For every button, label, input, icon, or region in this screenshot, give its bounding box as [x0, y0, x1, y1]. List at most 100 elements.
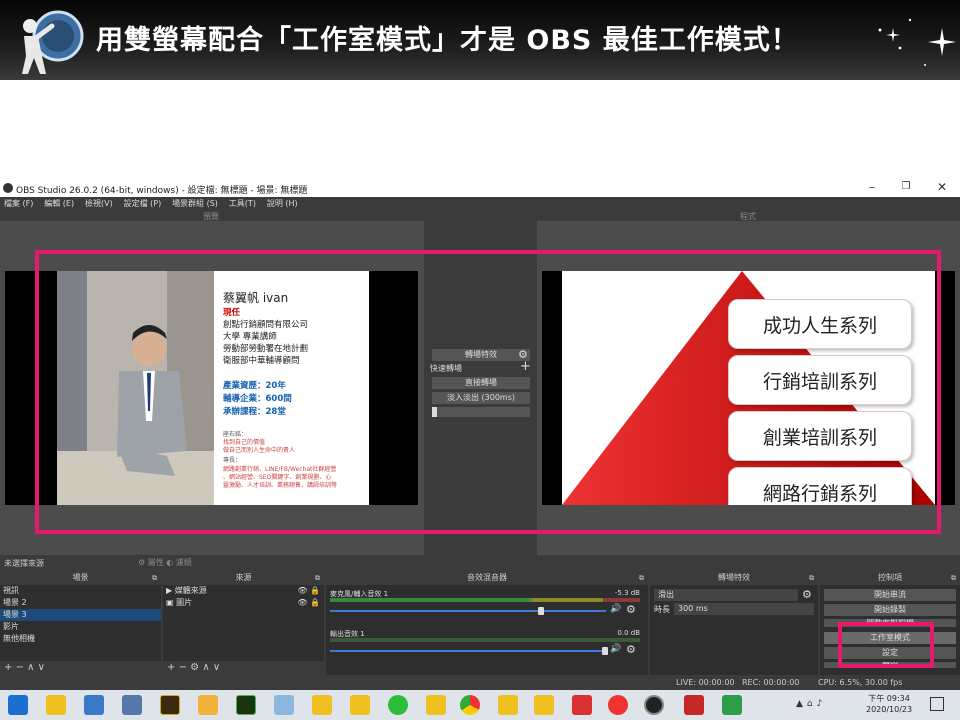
source-item[interactable]: ▶ 媒體來源 👁 🔒 — [163, 585, 324, 597]
settings-button[interactable]: 設定 — [824, 647, 956, 659]
app-icon[interactable] — [274, 695, 294, 715]
transition-select[interactable]: 滑出 — [654, 589, 798, 601]
app-icon[interactable] — [684, 695, 704, 715]
add-icon[interactable]: + — [4, 662, 12, 673]
slide-item: 網路行銷系列 — [728, 467, 912, 505]
fade-transition-button[interactable]: 淡入淡出 (300ms) — [432, 392, 530, 404]
tray-icons[interactable]: ▲⌂♪ — [796, 699, 826, 709]
mic-volume-slider[interactable] — [330, 610, 606, 612]
scene-item[interactable]: 影片 — [0, 621, 161, 633]
visibility-lock-icons[interactable]: 👁 🔒 — [297, 597, 324, 609]
app-icon[interactable] — [426, 695, 446, 715]
scene-item[interactable]: 場景 2 — [0, 597, 161, 609]
app-icon[interactable] — [608, 695, 628, 715]
visibility-lock-icons[interactable]: 👁 🔒 — [297, 585, 324, 597]
dreamweaver-icon[interactable] — [236, 695, 256, 715]
plus-icon[interactable]: + — [520, 359, 531, 374]
menu-file[interactable]: 檔案 (F) — [4, 197, 33, 211]
transition-slider[interactable] — [432, 407, 530, 417]
notification-icon[interactable] — [930, 697, 944, 711]
fireworks-icon[interactable] — [160, 695, 180, 715]
app-icon[interactable] — [122, 695, 142, 715]
transition-button[interactable]: 轉場特效 — [432, 349, 530, 361]
virtual-camera-button[interactable]: 啟動虛擬相機 — [824, 619, 956, 627]
start-icon[interactable] — [8, 695, 28, 715]
float-icon[interactable]: ⧉ — [315, 571, 320, 585]
preview-canvas[interactable]: 蔡翼帆 ivan 現任 創點行銷顧問有限公司 大學 專業講師 勞動部勞動署在地計… — [5, 271, 418, 505]
app-icon[interactable] — [572, 695, 592, 715]
move-down-icon[interactable]: ∨ — [213, 662, 220, 673]
app-icon[interactable] — [198, 695, 218, 715]
sparkle-decoration — [878, 18, 956, 66]
speaker-icon[interactable]: 🔊 — [610, 644, 621, 654]
minimize-icon[interactable]: – — [862, 180, 882, 196]
play-icon: ▶ — [166, 586, 173, 595]
properties-button[interactable]: 屬性 — [148, 558, 164, 567]
studio-mode-button[interactable]: 工作室模式 — [824, 632, 956, 644]
gear-icon[interactable]: ⚙ — [190, 662, 199, 673]
program-pane[interactable]: 成功人生系列 行銷培訓系列 創業培訓系列 網路行銷系列 — [537, 221, 960, 555]
app-icon[interactable] — [312, 695, 332, 715]
window-titlebar: OBS Studio 26.0.2 (64-bit, windows) - 設定… — [0, 179, 960, 197]
obs-app-icon — [3, 183, 13, 193]
float-icon[interactable]: ⧉ — [152, 571, 157, 585]
obs-taskbar-icon[interactable] — [644, 695, 664, 715]
app-icon[interactable] — [498, 695, 518, 715]
card-role: 創點行銷顧問有限公司 — [223, 320, 309, 330]
output-volume-knob[interactable] — [602, 647, 608, 655]
filters-button[interactable]: 濾鏡 — [176, 558, 192, 567]
source-toolbar: 未選擇來源 ⚙ 屬性 ◐ 濾鏡 — [0, 555, 960, 571]
mic-volume-knob[interactable] — [538, 607, 544, 615]
menu-profile[interactable]: 設定檔 (P) — [124, 197, 162, 211]
app-icon[interactable] — [350, 695, 370, 715]
slider-handle[interactable] — [432, 407, 437, 417]
slide-item: 成功人生系列 — [728, 299, 912, 349]
float-icon[interactable]: ⧉ — [951, 571, 956, 585]
menu-help[interactable]: 說明 (H) — [267, 197, 298, 211]
app-icon[interactable] — [722, 695, 742, 715]
remove-icon[interactable]: − — [179, 662, 187, 673]
start-streaming-button[interactable]: 開始串流 — [824, 589, 956, 601]
app-icon[interactable] — [46, 695, 66, 715]
gear-icon[interactable]: ⚙ — [626, 643, 636, 656]
status-bar: LIVE: 00:00:00 REC: 00:00:00 CPU: 6.5%, … — [0, 675, 960, 690]
gear-icon[interactable]: ⚙ — [626, 603, 636, 616]
chrome-icon[interactable] — [460, 695, 480, 715]
duration-input[interactable]: 300 ms — [674, 603, 814, 615]
remove-icon[interactable]: − — [16, 662, 24, 673]
app-icon[interactable] — [84, 695, 104, 715]
scene-item[interactable]: 無他相機 — [0, 633, 161, 645]
scene-item[interactable]: 視訊 — [0, 585, 161, 597]
output-volume-slider[interactable] — [330, 650, 606, 652]
scenes-title: 場景 — [72, 573, 89, 582]
filter-icon[interactable]: ◐ — [166, 558, 173, 567]
clock[interactable]: 下午 09:34 2020/10/23 — [866, 693, 912, 715]
menu-view[interactable]: 檢視(V) — [85, 197, 113, 211]
card-name: 蔡翼帆 ivan — [223, 291, 289, 305]
float-icon[interactable]: ⧉ — [639, 571, 644, 585]
menu-scene-collection[interactable]: 場景群組 (S) — [172, 197, 218, 211]
duration-label: 時長 — [654, 605, 670, 614]
start-recording-button[interactable]: 開始錄製 — [824, 604, 956, 616]
menu-edit[interactable]: 編輯 (E) — [44, 197, 74, 211]
gear-icon[interactable]: ⚙ — [802, 588, 812, 601]
scene-item-selected[interactable]: 場景 3 — [0, 609, 161, 621]
restore-icon[interactable]: ❐ — [896, 181, 916, 197]
preview-pane[interactable]: 蔡翼帆 ivan 現任 創點行銷顧問有限公司 大學 專業講師 勞動部勞動署在地計… — [0, 221, 424, 555]
quick-transitions-label: 快速轉場 — [430, 364, 462, 373]
move-up-icon[interactable]: ∧ — [27, 662, 34, 673]
menu-tools[interactable]: 工具(T) — [229, 197, 256, 211]
float-icon[interactable]: ⧉ — [809, 571, 814, 585]
add-icon[interactable]: + — [167, 662, 175, 673]
window-title: OBS Studio 26.0.2 (64-bit, windows) - 設定… — [16, 186, 308, 196]
move-down-icon[interactable]: ∨ — [38, 662, 45, 673]
exit-button[interactable]: 離開 — [824, 662, 956, 668]
gear-icon[interactable]: ⚙ — [138, 558, 145, 567]
close-icon[interactable]: ✕ — [932, 180, 952, 196]
line-icon[interactable] — [388, 695, 408, 715]
source-item[interactable]: ▣ 圖片 👁 🔒 — [163, 597, 324, 609]
app-icon[interactable] — [534, 695, 554, 715]
move-up-icon[interactable]: ∧ — [202, 662, 209, 673]
cut-transition-button[interactable]: 直接轉場 — [432, 377, 530, 389]
speaker-icon[interactable]: 🔊 — [610, 604, 621, 614]
